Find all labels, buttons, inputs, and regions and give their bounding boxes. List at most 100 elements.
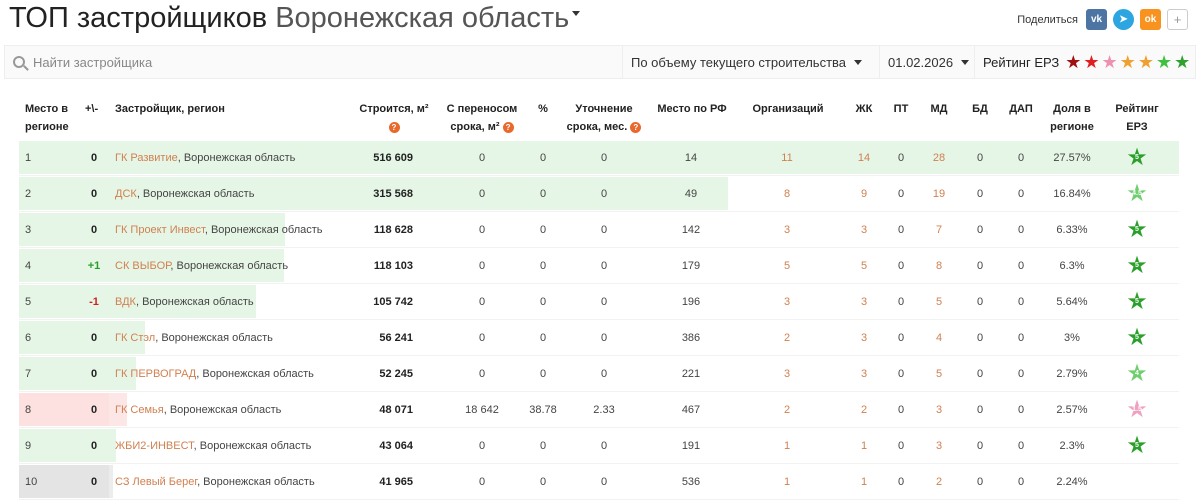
odnoklassniki-icon[interactable]: ok xyxy=(1140,9,1161,30)
chevron-down-icon[interactable] xyxy=(572,10,581,16)
zhk-link[interactable]: 5 xyxy=(861,260,867,272)
col-postponed[interactable]: С переносом срока, м² ? xyxy=(437,100,527,136)
orgs-link[interactable]: 3 xyxy=(784,368,790,380)
col-delta[interactable]: +\- xyxy=(85,100,115,118)
orgs-link[interactable]: 2 xyxy=(784,404,790,416)
rating-filter-star-icon[interactable]: ★ xyxy=(1102,52,1118,72)
col-clarification[interactable]: Уточнение срока, мес. ? xyxy=(559,100,649,136)
col-building[interactable]: Строится, м²? xyxy=(349,100,439,136)
rating-star-icon[interactable]: ★ 5 xyxy=(1126,434,1148,458)
place-cell: 9 xyxy=(25,440,32,452)
zhk-link[interactable]: 2 xyxy=(861,404,867,416)
rating-star-icon[interactable]: ★ 5 xyxy=(1126,146,1148,170)
developer-link[interactable]: ДСК xyxy=(115,188,137,200)
region-selector[interactable]: Воронежская область xyxy=(275,2,569,34)
col-place[interactable]: Место в регионе xyxy=(25,100,80,136)
rating-star-icon[interactable]: ★ 4.5 xyxy=(1126,182,1148,206)
sort-dropdown[interactable]: По объему текущего строительства xyxy=(623,46,880,78)
developer-link[interactable]: СК ВЫБОР xyxy=(115,260,170,272)
orgs-link[interactable]: 2 xyxy=(784,332,790,344)
plus-icon[interactable]: + xyxy=(1167,9,1188,30)
col-zhk[interactable]: ЖК xyxy=(844,100,884,118)
zhk-link[interactable]: 3 xyxy=(861,332,867,344)
orgs-link[interactable]: 3 xyxy=(784,224,790,236)
zhk-link[interactable]: 14 xyxy=(858,152,870,164)
orgs-link[interactable]: 11 xyxy=(781,152,792,164)
rating-filter-star-icon[interactable]: ★ xyxy=(1083,52,1099,72)
md-link[interactable]: 8 xyxy=(936,260,942,272)
help-icon[interactable]: ? xyxy=(388,121,400,133)
col-developer[interactable]: Застройщик, регион xyxy=(115,100,315,118)
rating-filter-star-icon[interactable]: ★ xyxy=(1174,52,1190,72)
col-bd[interactable]: БД xyxy=(962,100,998,118)
col-percent[interactable]: % xyxy=(523,100,563,118)
col-md[interactable]: МД xyxy=(921,100,957,118)
vk-icon[interactable]: vk xyxy=(1086,9,1107,30)
table-row[interactable]: 8 0 ГК Семья, Воронежская область 48 071 18 … xyxy=(19,392,1179,428)
table-row[interactable]: 5 -1 ВДК, Воронежская область 105 742 0 0 0 196… xyxy=(19,284,1179,320)
rating-filter-star-icon[interactable]: ★ xyxy=(1156,52,1172,72)
search-input[interactable] xyxy=(33,54,593,70)
rating-star-icon[interactable]: ★ 5 xyxy=(1126,290,1148,314)
md-link[interactable]: 5 xyxy=(936,296,942,308)
rating-filter-star-icon[interactable]: ★ xyxy=(1065,52,1081,72)
developer-link[interactable]: ГК ПЕРВОГРАД xyxy=(115,368,196,380)
md-link[interactable]: 7 xyxy=(936,224,942,236)
md-link[interactable]: 3 xyxy=(936,404,942,416)
developer-link[interactable]: ГК Развитие xyxy=(115,152,178,164)
table-row[interactable]: 3 0 ГК Проект Инвест, Воронежская область 1… xyxy=(19,212,1179,248)
help-icon[interactable]: ? xyxy=(502,121,514,133)
building-cell: 52 245 xyxy=(379,368,413,380)
zhk-link[interactable]: 3 xyxy=(861,224,867,236)
delta-value: 0 xyxy=(90,404,98,416)
table-row[interactable]: 6 0 ГК Стэл, Воронежская область 56 241 0 0 0 3… xyxy=(19,320,1179,356)
percent-cell: 0 xyxy=(539,152,547,164)
zhk-link[interactable]: 3 xyxy=(861,296,867,308)
md-link[interactable]: 3 xyxy=(936,440,942,452)
table-row[interactable]: 7 0 ГК ПЕРВОГРАД, Воронежская область 52 24… xyxy=(19,356,1179,392)
date-dropdown[interactable]: 01.02.2026 xyxy=(880,46,975,78)
col-share[interactable]: Доля в регионе xyxy=(1043,100,1101,136)
table-row[interactable]: 1 0 ГК Развитие, Воронежская область 516 60… xyxy=(19,140,1179,176)
developer-link[interactable]: ВДК xyxy=(115,296,136,308)
rating-star-icon[interactable]: ★ 5 xyxy=(1126,218,1148,242)
col-pt[interactable]: ПТ xyxy=(883,100,919,118)
developer-link[interactable]: ГК Проект Инвест xyxy=(115,224,205,236)
orgs-link[interactable]: 8 xyxy=(784,188,790,200)
rating-star-icon[interactable]: ★ 1.5 xyxy=(1126,398,1148,422)
developer-link[interactable]: ГК Семья xyxy=(115,404,164,416)
developer-link[interactable]: ГК Стэл xyxy=(115,332,155,344)
developer-region: , Воронежская область xyxy=(170,260,289,272)
orgs-link[interactable]: 5 xyxy=(784,260,790,272)
table-row[interactable]: 9 0 ЖБИ2-ИНВЕСТ, Воронежская область 43 064… xyxy=(19,428,1179,464)
orgs-link[interactable]: 1 xyxy=(784,440,790,452)
rating-filter-star-icon[interactable]: ★ xyxy=(1120,52,1136,72)
md-link[interactable]: 4 xyxy=(936,332,942,344)
col-orgs[interactable]: Организаций xyxy=(743,100,833,118)
table-row[interactable]: 4 +1 СК ВЫБОР, Воронежская область 118 103 0… xyxy=(19,248,1179,284)
col-dap[interactable]: ДАП xyxy=(1003,100,1039,118)
table-row[interactable]: 10 0 СЗ Левый Берег, Воронежская область 41… xyxy=(19,464,1179,500)
col-rating[interactable]: Рейтинг ЕРЗ xyxy=(1109,100,1165,136)
developer-link[interactable]: ЖБИ2-ИНВЕСТ xyxy=(115,440,194,452)
zhk-link[interactable]: 1 xyxy=(861,476,867,488)
orgs-link[interactable]: 3 xyxy=(784,296,790,308)
help-icon[interactable]: ? xyxy=(630,121,642,133)
orgs-cell: 8 xyxy=(767,176,807,212)
zhk-link[interactable]: 3 xyxy=(861,368,867,380)
md-link[interactable]: 5 xyxy=(936,368,942,380)
rating-star-icon[interactable]: ★ 5 xyxy=(1126,254,1148,278)
rating-star-icon[interactable]: ★ 4 xyxy=(1126,362,1148,386)
md-link[interactable]: 19 xyxy=(933,188,945,200)
rating-filter-star-icon[interactable]: ★ xyxy=(1138,52,1154,72)
rating-star-icon[interactable]: ★ 5 xyxy=(1126,326,1148,350)
zhk-link[interactable]: 9 xyxy=(861,188,867,200)
zhk-link[interactable]: 1 xyxy=(861,440,867,452)
developer-link[interactable]: СЗ Левый Берег xyxy=(115,476,197,488)
telegram-icon[interactable]: ➤ xyxy=(1113,9,1134,30)
md-link[interactable]: 2 xyxy=(936,476,942,488)
table-row[interactable]: 2 0 ДСК, Воронежская область 315 568 0 0 0 49 8 9… xyxy=(19,176,1179,212)
orgs-link[interactable]: 1 xyxy=(784,476,790,488)
md-link[interactable]: 28 xyxy=(933,152,945,164)
col-rf-place[interactable]: Место по РФ xyxy=(649,100,735,118)
